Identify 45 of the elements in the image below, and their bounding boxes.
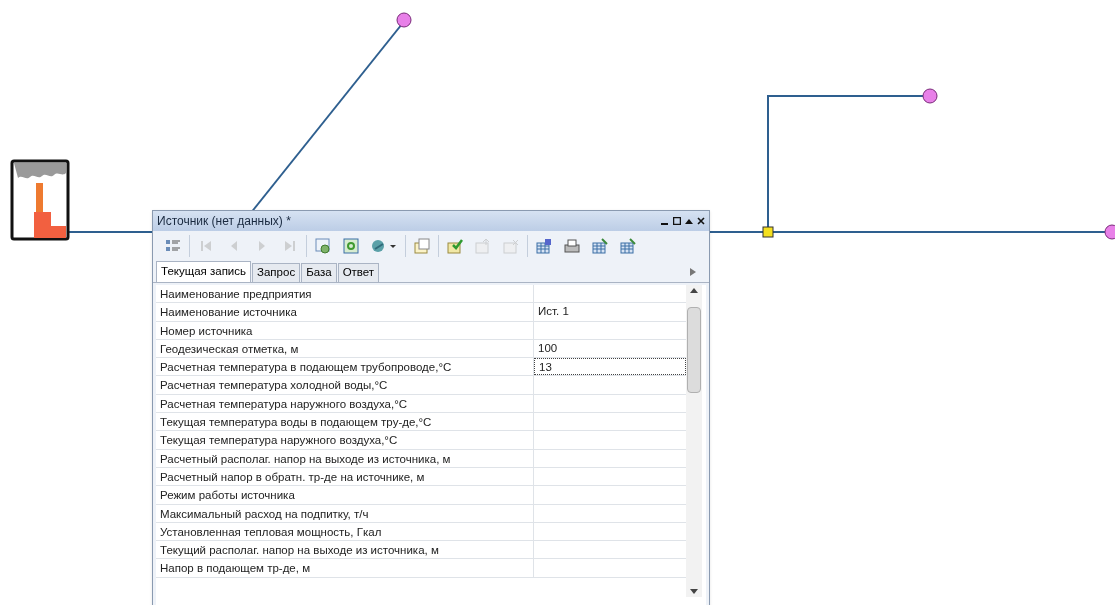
tab[interactable]: Ответ <box>337 263 380 282</box>
property-name: Текущая температура воды в подающем тру-де,°С <box>156 413 534 431</box>
export-icon <box>474 237 492 255</box>
database-icon <box>535 237 553 255</box>
table-icon <box>591 237 609 255</box>
property-name: Напор в подающем тр-де, м <box>156 559 534 577</box>
property-value[interactable]: 100 <box>534 339 686 358</box>
property-name: Геодезическая отметка, м <box>156 339 534 358</box>
property-name: Максимальный расход на подпитку, т/ч <box>156 504 534 522</box>
scroll-up-icon[interactable] <box>690 288 698 293</box>
junction-marker[interactable] <box>762 226 774 238</box>
property-name: Расчетная температура холодной воды,°С <box>156 376 534 394</box>
property-name: Текущая температура наружного воздуха,°С <box>156 431 534 449</box>
property-name: Наименование источника <box>156 303 534 321</box>
scrollbar[interactable] <box>686 285 702 597</box>
node-marker[interactable] <box>1104 224 1115 240</box>
delete-icon <box>502 237 520 255</box>
property-name: Текущий располаг. напор на выходе из источника, м <box>156 541 534 559</box>
property-value[interactable]: 13 <box>534 358 686 376</box>
table-icon <box>619 237 637 255</box>
page-icon <box>413 237 431 255</box>
check-icon <box>446 237 464 255</box>
node-marker[interactable] <box>922 88 938 104</box>
property-name: Номер источника <box>156 321 534 339</box>
toolbar-button[interactable] <box>411 235 433 257</box>
property-name: Установленная тепловая мощность, Гкал <box>156 522 534 541</box>
property-name: Расчетный напор в обратн. тр-де на источнике, м <box>156 467 534 486</box>
maximize-icon[interactable] <box>673 217 681 225</box>
printer-icon <box>563 237 581 255</box>
property-value[interactable]: Ист. 1 <box>534 303 686 321</box>
property-name: Расчетная температура наружного воздуха,°С <box>156 394 534 413</box>
boiler-house-drawing[interactable] <box>10 159 70 241</box>
property-name: Наименование предприятия <box>156 285 534 303</box>
tab-scroll-arrow-icon[interactable] <box>690 268 696 276</box>
scroll-thumb[interactable] <box>687 307 701 393</box>
property-name: Расчетный располаг. напор на выходе из источника, м <box>156 449 534 467</box>
property-name: Расчетная температура в подающем трубопроводе,°С <box>156 358 534 376</box>
tab[interactable]: Текущая запись <box>156 261 252 282</box>
tab[interactable]: Запрос <box>252 263 301 282</box>
window-title: Источник (нет данных) * <box>157 213 291 230</box>
tab[interactable]: База <box>301 263 337 282</box>
scroll-down-icon[interactable] <box>690 589 698 594</box>
close-icon[interactable] <box>697 217 705 225</box>
property-name: Режим работы источника <box>156 486 534 504</box>
node-marker[interactable] <box>396 12 412 28</box>
